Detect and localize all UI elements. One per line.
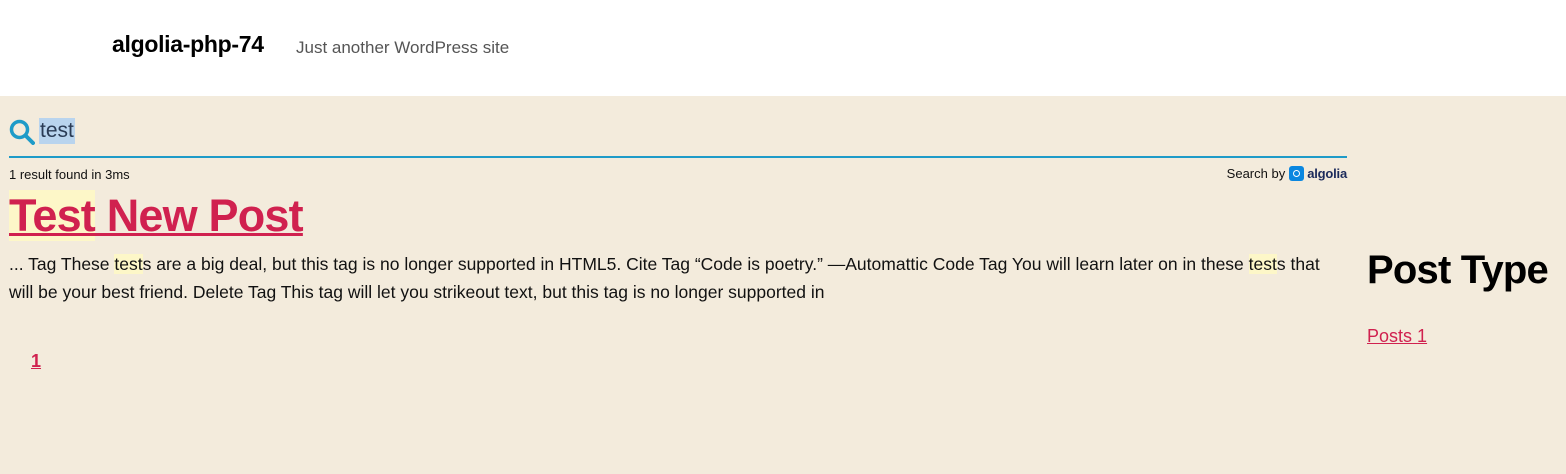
- result-title-highlight: Test: [9, 190, 96, 241]
- result-title-rest: New Post: [95, 190, 304, 241]
- site-title[interactable]: algolia-php-74: [112, 31, 264, 58]
- snippet-highlight: test: [114, 254, 143, 274]
- algolia-wordmark: algolia: [1307, 166, 1347, 181]
- result-title-link[interactable]: Test New Post: [9, 188, 304, 244]
- search-by-label: Search by: [1226, 166, 1286, 181]
- search-results-area: test 1 result found in 3ms Search by alg…: [0, 96, 1566, 474]
- snippet-part: s are a big deal, but this tag is no lon…: [142, 254, 1249, 274]
- search-by-algolia[interactable]: Search by algolia: [1227, 166, 1347, 181]
- search-input[interactable]: [39, 117, 1339, 145]
- pagination-page-1[interactable]: 1: [31, 351, 41, 372]
- search-stats: 1 result found in 3ms: [9, 167, 130, 182]
- search-input-value: test: [39, 118, 75, 144]
- search-bar: test: [9, 116, 1347, 158]
- algolia-icon: [1289, 166, 1305, 181]
- snippet-part: ... Tag These: [9, 254, 115, 274]
- site-tagline: Just another WordPress site: [296, 38, 510, 57]
- search-icon: [9, 119, 35, 145]
- facet-label: Posts: [1367, 326, 1413, 346]
- result-snippet: ... Tag These tests are a big deal, but …: [9, 250, 1339, 306]
- site-header: algolia-php-74 Just another WordPress si…: [0, 0, 1566, 96]
- algolia-logo: algolia: [1289, 166, 1347, 181]
- facet-item-posts[interactable]: Posts 1: [1367, 326, 1427, 347]
- facet-count: 1: [1417, 326, 1428, 346]
- facet-heading: Post Type: [1367, 248, 1549, 292]
- snippet-highlight: test: [1248, 254, 1277, 274]
